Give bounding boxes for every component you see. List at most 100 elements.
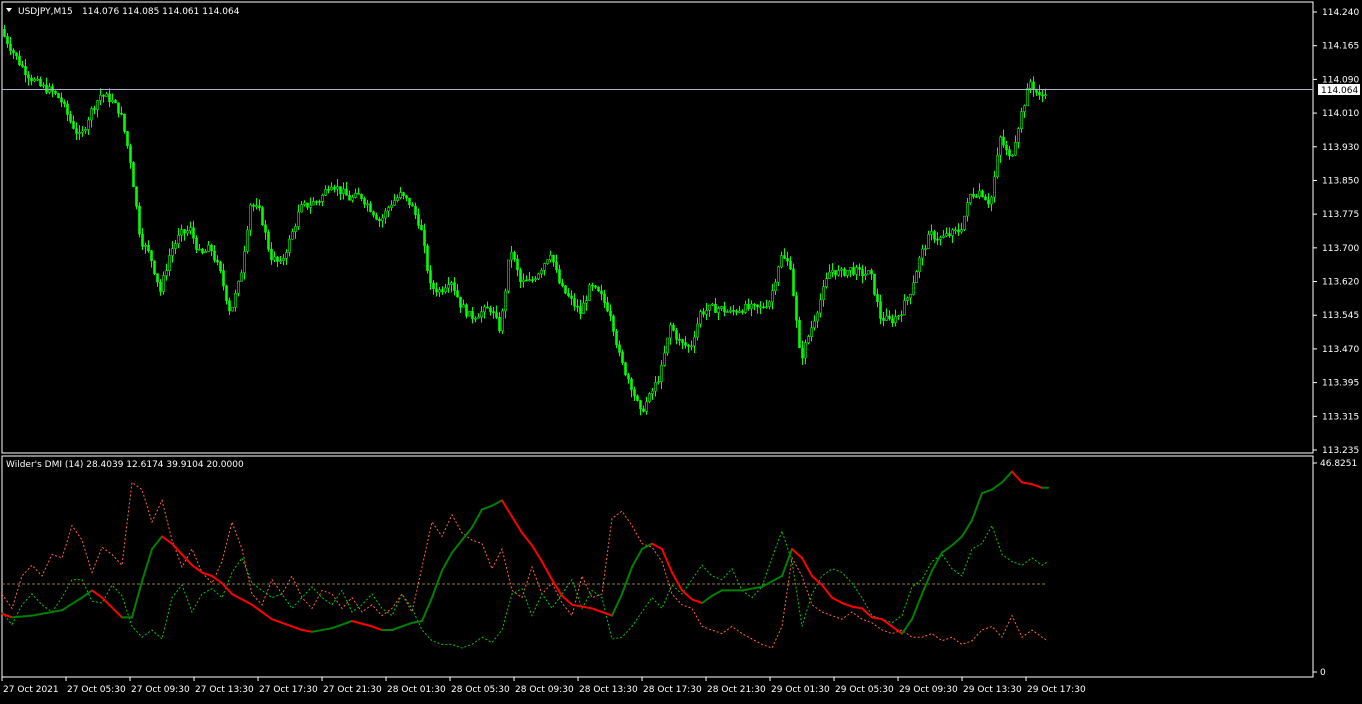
candle-body xyxy=(45,84,48,93)
candle-body xyxy=(705,310,708,315)
candle-body xyxy=(453,282,456,291)
candle-body xyxy=(462,304,465,308)
candle-body xyxy=(594,285,597,288)
candle-body xyxy=(525,279,528,282)
candle-body xyxy=(306,202,309,208)
time-tick-label: 28 Oct 05:30 xyxy=(451,685,510,695)
candle-body xyxy=(846,270,849,276)
candle-body xyxy=(1041,94,1044,97)
candle-body xyxy=(657,381,660,383)
candle-body xyxy=(939,237,942,240)
candle-body xyxy=(573,298,576,307)
adx-segment xyxy=(1031,483,1043,489)
candle-body xyxy=(444,287,447,293)
price-tick-label: 113.470 xyxy=(1322,345,1359,355)
candle-body xyxy=(555,261,558,270)
main-price-panel[interactable]: USDJPY,M15 114.076 114.085 114.061 114.0… xyxy=(1,1,1314,454)
time-tick-label: 29 Oct 05:30 xyxy=(835,685,894,695)
candle-body xyxy=(735,310,738,313)
candle-body xyxy=(495,312,498,318)
adx-segment xyxy=(481,504,493,511)
candle-body xyxy=(900,314,903,317)
adx-segment xyxy=(701,594,713,604)
adx-segment xyxy=(621,566,633,595)
candle-body xyxy=(315,201,318,203)
candle-body xyxy=(354,193,357,198)
time-axis[interactable]: 27 Oct 2021 27 Oct 05:30 27 Oct 09:30 27 Oc… xyxy=(1,677,1086,695)
candle-body xyxy=(51,86,54,92)
candle-body xyxy=(66,103,69,115)
candle-body xyxy=(876,294,879,302)
candle-body xyxy=(129,145,132,163)
current-price-label: 114.064 xyxy=(1321,86,1358,96)
candle-body xyxy=(1023,105,1026,112)
candle-body xyxy=(297,211,300,227)
candle-body xyxy=(3,29,6,37)
candle-body xyxy=(273,256,276,261)
candle-body xyxy=(882,318,885,321)
candle-body xyxy=(570,295,573,299)
time-tick-label: 29 Oct 17:30 xyxy=(1027,685,1086,695)
candle-body xyxy=(189,227,192,232)
candle-body xyxy=(693,336,696,347)
candle-body xyxy=(120,112,123,115)
candle-body xyxy=(501,310,504,332)
dmi-indicator-panel[interactable]: Wilder's DMI (14) 28.4039 12.6174 39.910… xyxy=(1,455,1314,678)
candle-body xyxy=(447,284,450,289)
adx-segment xyxy=(271,618,293,628)
candle-body xyxy=(369,203,372,212)
adx-segment xyxy=(601,611,613,617)
adx-segment xyxy=(211,575,223,585)
candle-body xyxy=(450,282,453,286)
candle-body xyxy=(621,352,624,364)
candle-body xyxy=(30,77,33,82)
candle-body xyxy=(165,270,168,276)
candle-body xyxy=(777,266,780,283)
price-tick-label: 114.090 xyxy=(1322,75,1359,85)
candle-body xyxy=(6,36,9,45)
candle-body xyxy=(714,303,717,313)
candle-body xyxy=(399,192,402,198)
candle-body xyxy=(585,300,588,304)
candle-body xyxy=(117,102,120,114)
adx-segment xyxy=(91,589,103,599)
candle-body xyxy=(465,304,468,317)
trading-chart[interactable]: USDJPY,M15 114.076 114.085 114.061 114.0… xyxy=(0,0,1362,700)
candle-body xyxy=(261,207,264,226)
candle-body xyxy=(993,176,996,198)
price-axis[interactable]: 114.240 114.165 114.090 114.010 113.930 113.8… xyxy=(1313,8,1359,456)
candle-body xyxy=(252,204,255,207)
price-tick-label: 114.010 xyxy=(1322,109,1359,119)
candle-body xyxy=(333,186,336,190)
candle-body xyxy=(576,305,579,308)
candle-body xyxy=(105,93,108,97)
candle-body xyxy=(879,301,882,319)
adx-segment xyxy=(791,548,803,559)
candle-body xyxy=(522,279,525,282)
candle-body xyxy=(579,306,582,314)
candle-body xyxy=(432,282,435,289)
adx-segment xyxy=(1011,470,1023,484)
candle-body xyxy=(441,289,444,293)
symbol-dropdown-icon[interactable] xyxy=(6,8,12,12)
adx-segment xyxy=(301,629,313,633)
candle-body xyxy=(681,339,684,343)
price-tick-label: 114.165 xyxy=(1322,42,1359,52)
candle-body xyxy=(1002,136,1005,146)
candle-body xyxy=(81,130,84,133)
candle-body xyxy=(327,188,330,191)
candle-body xyxy=(909,294,912,299)
adx-segment xyxy=(201,571,213,577)
candle-body xyxy=(537,273,540,280)
candle-body xyxy=(1005,144,1008,151)
dmi-title: Wilder's DMI (14) 28.4039 12.6174 39.910… xyxy=(6,460,244,470)
candle-body xyxy=(765,306,768,308)
candle-body xyxy=(1038,92,1041,96)
adx-segment xyxy=(741,585,763,592)
candle-body xyxy=(144,244,147,247)
candle-body xyxy=(696,323,699,338)
candle-body xyxy=(999,136,1002,156)
candle-body xyxy=(411,204,414,207)
candle-body xyxy=(147,244,150,251)
adx-segment xyxy=(691,598,703,604)
